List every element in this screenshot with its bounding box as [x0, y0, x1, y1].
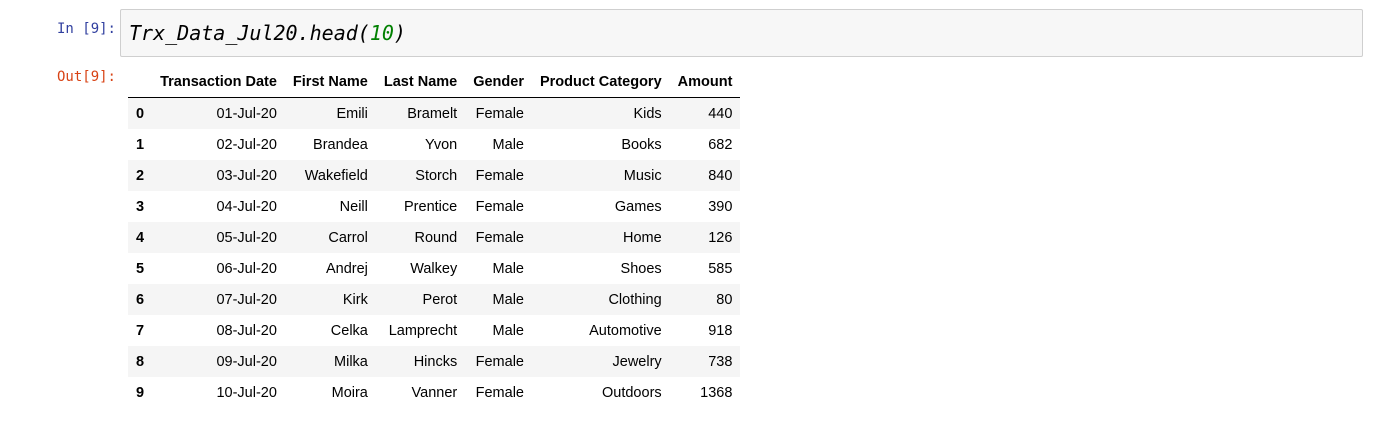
dataframe-output: Transaction Date First Name Last Name Ge…	[128, 66, 741, 408]
table-row: 2 03-Jul-20 Wakefield Storch Female Music 840	[128, 160, 741, 191]
cell-gender: Male	[492, 260, 524, 277]
cell-last-name: Bramelt	[407, 105, 458, 122]
column-header-product-category: Product Category	[531, 66, 670, 98]
column-header-first-name: First Name	[284, 66, 376, 98]
cell-first-name: Celka	[330, 322, 368, 339]
cell-first-name: Kirk	[342, 291, 368, 308]
cell-first-name: Andrej	[325, 260, 368, 277]
cell-first-name: Moira	[331, 384, 368, 401]
table-row: 9 10-Jul-20 Moira Vanner Female Outdoors 1368	[128, 377, 741, 408]
cell-transaction-date: 05-Jul-20	[216, 229, 277, 246]
cell-amount: 585	[708, 260, 733, 277]
cell-product-category: Outdoors	[602, 384, 662, 401]
cell-first-name: Carrol	[328, 229, 368, 246]
cell-gender: Female	[475, 198, 524, 215]
code-arg: 10	[369, 21, 394, 45]
code-suffix: )	[393, 21, 406, 45]
cell-product-category: Clothing	[608, 291, 662, 308]
table-row: 4 05-Jul-20 Carrol Round Female Home 126	[128, 222, 741, 253]
cell-last-name: Prentice	[404, 198, 458, 215]
cell-product-category: Games	[614, 198, 662, 215]
cell-first-name: Milka	[334, 353, 368, 370]
table-row: 3 04-Jul-20 Neill Prentice Female Games 390	[128, 191, 741, 222]
row-index: 8	[136, 353, 145, 370]
cell-product-category: Shoes	[620, 260, 662, 277]
cell-transaction-date: 04-Jul-20	[216, 198, 277, 215]
cell-last-name: Hincks	[413, 353, 458, 370]
row-index: 6	[136, 291, 145, 308]
cell-last-name: Lamprecht	[388, 322, 458, 339]
cell-last-name: Yvon	[424, 136, 458, 153]
column-header-transaction-date: Transaction Date	[152, 66, 285, 98]
cell-gender: Male	[492, 322, 524, 339]
cell-transaction-date: 02-Jul-20	[216, 136, 277, 153]
row-index: 2	[136, 167, 145, 184]
table-row: 8 09-Jul-20 Milka Hincks Female Jewelry 738	[128, 346, 741, 377]
cell-amount: 440	[708, 105, 733, 122]
table-row: 6 07-Jul-20 Kirk Perot Male Clothing 80	[128, 284, 741, 315]
cell-product-category: Music	[623, 167, 662, 184]
cell-transaction-date: 06-Jul-20	[216, 260, 277, 277]
cell-gender: Female	[475, 229, 524, 246]
dataframe-table: Transaction Date First Name Last Name Ge…	[128, 66, 741, 408]
row-index: 4	[136, 229, 145, 246]
cell-first-name: Emili	[336, 105, 368, 122]
row-index: 7	[136, 322, 145, 339]
cell-last-name: Vanner	[411, 384, 458, 401]
cell-amount: 682	[708, 136, 733, 153]
row-index: 3	[136, 198, 145, 215]
header-row: Transaction Date First Name Last Name Ge…	[128, 66, 741, 98]
notebook-cell: In [9]: Trx_Data_Jul20.head(10) Out[9]: …	[0, 0, 1385, 421]
input-prompt: In [9]:	[56, 21, 116, 37]
cell-amount: 390	[708, 198, 733, 215]
cell-transaction-date: 07-Jul-20	[216, 291, 277, 308]
cell-last-name: Storch	[415, 167, 458, 184]
cell-amount: 126	[708, 229, 733, 246]
cell-first-name: Wakefield	[304, 167, 368, 184]
cell-amount: 918	[708, 322, 733, 339]
output-prompt: Out[9]:	[56, 69, 116, 85]
cell-last-name: Walkey	[410, 260, 458, 277]
cell-last-name: Round	[414, 229, 458, 246]
cell-transaction-date: 10-Jul-20	[216, 384, 277, 401]
row-index: 1	[136, 136, 145, 153]
column-header-last-name: Last Name	[375, 66, 466, 98]
row-index: 0	[136, 105, 145, 122]
table-row: 1 02-Jul-20 Brandea Yvon Male Books 682	[128, 129, 741, 160]
table-row: 7 08-Jul-20 Celka Lamprecht Male Automotive 91…	[128, 315, 741, 346]
column-header-gender: Gender	[465, 66, 532, 98]
code-prefix: Trx_Data_Jul20.head(	[129, 21, 370, 45]
code-input-area[interactable]: Trx_Data_Jul20.head(10)	[120, 9, 1363, 57]
cell-gender: Female	[475, 384, 524, 401]
cell-transaction-date: 09-Jul-20	[216, 353, 277, 370]
code-line: Trx_Data_Jul20.head(10)	[129, 21, 406, 45]
cell-first-name: Neill	[339, 198, 368, 215]
cell-amount: 1368	[700, 384, 733, 401]
cell-product-category: Automotive	[589, 322, 662, 339]
cell-amount: 840	[708, 167, 733, 184]
cell-product-category: Kids	[633, 105, 662, 122]
row-index: 9	[136, 384, 145, 401]
cell-gender: Male	[492, 291, 524, 308]
row-index: 5	[136, 260, 145, 277]
cell-amount: 80	[716, 291, 733, 308]
cell-product-category: Books	[621, 136, 662, 153]
cell-transaction-date: 03-Jul-20	[216, 167, 277, 184]
table-row: 0 01-Jul-20 Emili Bramelt Female Kids 440	[128, 97, 741, 129]
cell-gender: Female	[475, 167, 524, 184]
cell-gender: Female	[475, 105, 524, 122]
table-row: 5 06-Jul-20 Andrej Walkey Male Shoes 585	[128, 253, 741, 284]
cell-gender: Male	[492, 136, 524, 153]
column-header-amount: Amount	[669, 66, 741, 98]
cell-product-category: Jewelry	[612, 353, 662, 370]
cell-gender: Female	[475, 353, 524, 370]
index-header	[128, 66, 153, 98]
cell-product-category: Home	[622, 229, 662, 246]
cell-transaction-date: 01-Jul-20	[216, 105, 277, 122]
cell-last-name: Perot	[422, 291, 458, 308]
cell-transaction-date: 08-Jul-20	[216, 322, 277, 339]
cell-amount: 738	[708, 353, 733, 370]
cell-first-name: Brandea	[313, 136, 368, 153]
